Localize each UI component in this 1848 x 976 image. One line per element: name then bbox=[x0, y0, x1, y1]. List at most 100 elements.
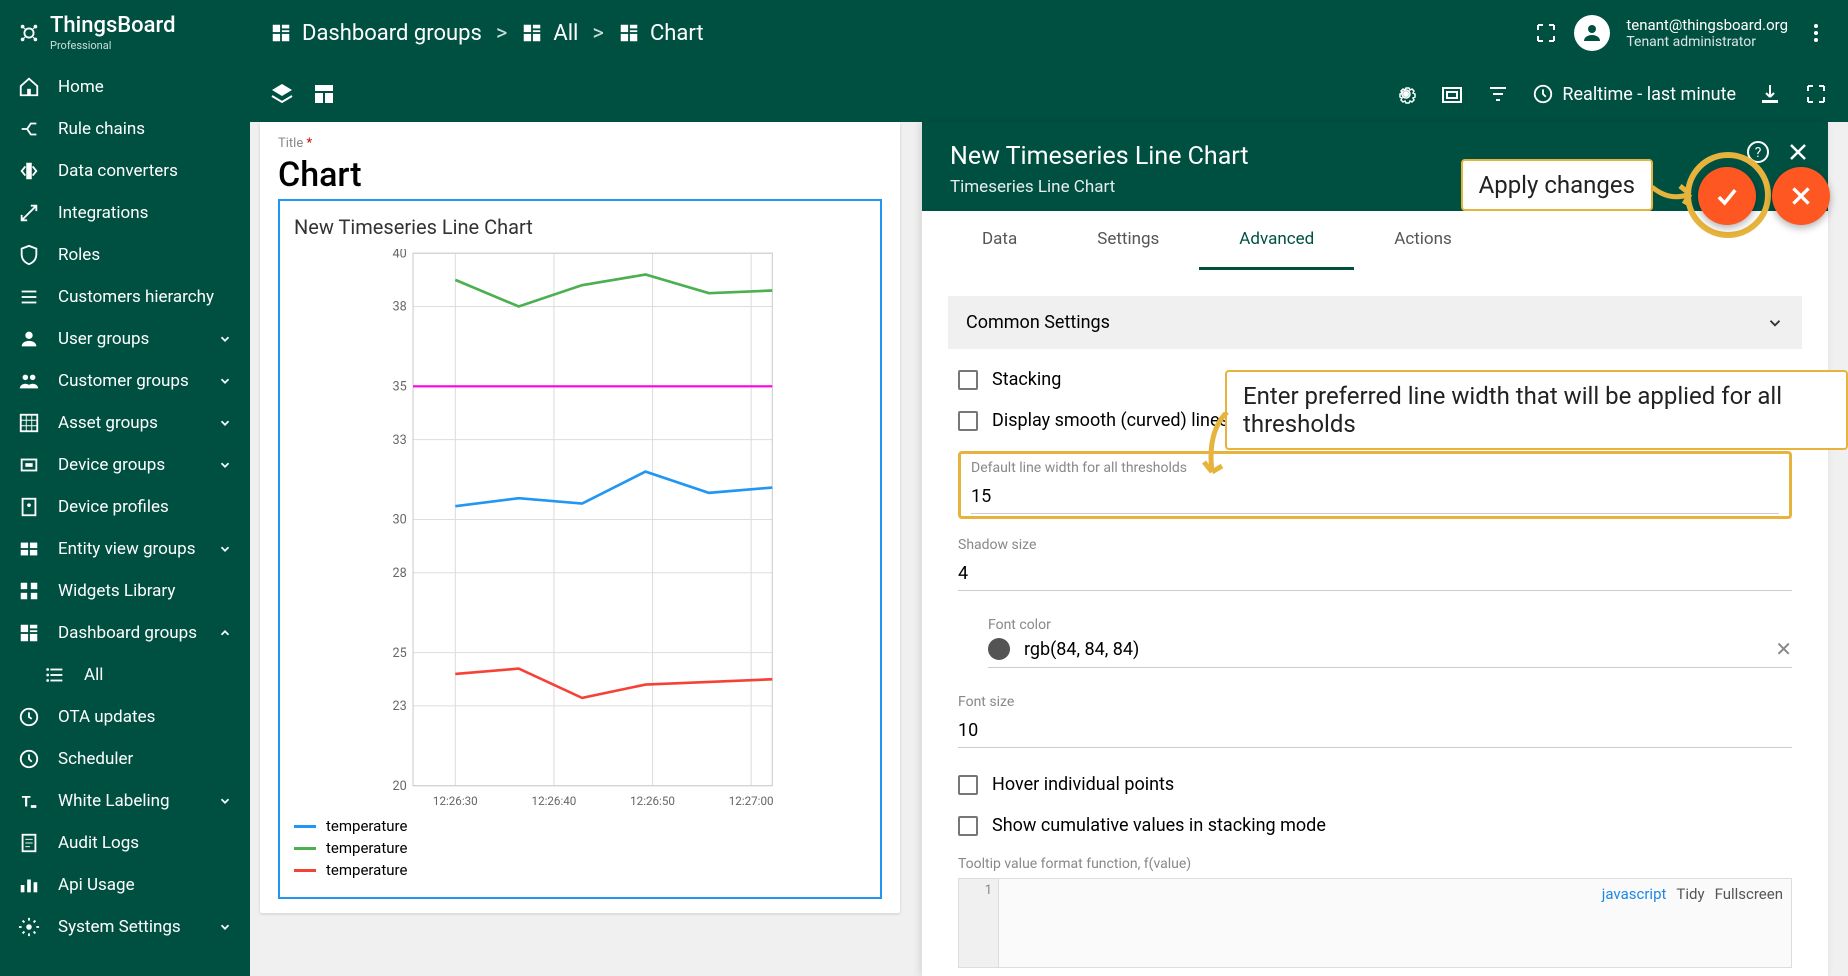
sidebar-item-device-profiles[interactable]: Device profiles bbox=[0, 486, 250, 528]
asset-icon bbox=[18, 412, 40, 434]
logo-icon bbox=[18, 22, 40, 44]
sidebar-item-integrations[interactable]: Integrations bbox=[0, 192, 250, 234]
cumulative-checkbox[interactable] bbox=[958, 816, 978, 836]
api-icon bbox=[18, 874, 40, 896]
smooth-checkbox[interactable] bbox=[958, 411, 978, 431]
logo[interactable]: ThingsBoard Professional bbox=[0, 0, 250, 66]
shadow-input[interactable] bbox=[958, 557, 1792, 591]
section-common-settings[interactable]: Common Settings bbox=[948, 296, 1802, 349]
svg-text:?: ? bbox=[1755, 145, 1762, 161]
tooltip-fn-editor[interactable]: 1 javascript Tidy Fullscreen bbox=[958, 878, 1792, 968]
chevron-down-icon bbox=[218, 332, 232, 346]
sidebar-item-user-groups[interactable]: User groups bbox=[0, 318, 250, 360]
fullscreen-toolbar-icon[interactable] bbox=[1804, 82, 1828, 106]
sidebar-item-customer-groups[interactable]: Customer groups bbox=[0, 360, 250, 402]
sidebar-item-customers-hierarchy[interactable]: Customers hierarchy bbox=[0, 276, 250, 318]
entity-alias-icon[interactable] bbox=[1440, 82, 1464, 106]
filter-icon[interactable] bbox=[1486, 82, 1510, 106]
logo-sub: Professional bbox=[50, 39, 175, 52]
sidebar-item-widgets-library[interactable]: Widgets Library bbox=[0, 570, 250, 612]
svg-text:T: T bbox=[22, 793, 31, 811]
breadcrumb-dashboard-groups[interactable]: Dashboard groups bbox=[270, 21, 482, 46]
editor-tidy[interactable]: Tidy bbox=[1676, 885, 1704, 903]
layout-icon[interactable] bbox=[312, 82, 336, 106]
breadcrumb-chart[interactable]: Chart bbox=[618, 21, 704, 46]
tab-settings[interactable]: Settings bbox=[1057, 211, 1199, 270]
home-icon bbox=[18, 76, 40, 98]
linewidth-input[interactable] bbox=[971, 480, 1779, 514]
gear-icon[interactable] bbox=[1394, 82, 1418, 106]
breadcrumb-all[interactable]: All bbox=[521, 21, 578, 46]
customers-icon bbox=[18, 370, 40, 392]
stacking-checkbox[interactable] bbox=[958, 370, 978, 390]
editor-lang[interactable]: javascript bbox=[1602, 885, 1667, 903]
color-swatch[interactable] bbox=[988, 638, 1010, 660]
svg-text:12:26:30: 12:26:30 bbox=[433, 794, 478, 808]
hover-row[interactable]: Hover individual points bbox=[958, 774, 1792, 795]
tab-data[interactable]: Data bbox=[942, 211, 1057, 270]
editor-fullscreen[interactable]: Fullscreen bbox=[1715, 885, 1783, 903]
sidebar-item-ota-updates[interactable]: OTA updates bbox=[0, 696, 250, 738]
title-label: Title bbox=[278, 136, 882, 151]
sidebar-item-api-usage[interactable]: Api Usage bbox=[0, 864, 250, 906]
callout-arrow-icon bbox=[1197, 412, 1237, 492]
fontcolor-value[interactable]: rgb(84, 84, 84) bbox=[1024, 639, 1139, 660]
callout-arrow-icon bbox=[1650, 182, 1700, 212]
sidebar-item-home[interactable]: Home bbox=[0, 66, 250, 108]
time-window[interactable]: Realtime - last minute bbox=[1532, 83, 1736, 105]
user-block[interactable]: tenant@thingsboard.org Tenant administra… bbox=[1626, 16, 1788, 51]
layers-icon[interactable] bbox=[270, 82, 294, 106]
sidebar-item-asset-groups[interactable]: Asset groups bbox=[0, 402, 250, 444]
cumulative-row[interactable]: Show cumulative values in stacking mode bbox=[958, 815, 1792, 836]
list-icon bbox=[44, 664, 66, 686]
card-title[interactable]: Chart bbox=[278, 155, 882, 195]
breadcrumb: Dashboard groups > All > Chart bbox=[270, 21, 704, 46]
dashboard-toolbar: Realtime - last minute bbox=[250, 66, 1848, 122]
clock-icon bbox=[1532, 83, 1554, 105]
legend-item[interactable]: temperature bbox=[294, 817, 866, 835]
chevron-down-icon bbox=[218, 542, 232, 556]
svg-text:30: 30 bbox=[392, 513, 406, 528]
sidebar-item-entity-view-groups[interactable]: Entity view groups bbox=[0, 528, 250, 570]
audit-icon bbox=[18, 832, 40, 854]
sidebar-item-device-groups[interactable]: Device groups bbox=[0, 444, 250, 486]
hover-checkbox[interactable] bbox=[958, 775, 978, 795]
sidebar-item-rule-chains[interactable]: Rule chains bbox=[0, 108, 250, 150]
sidebar-item-dashboard-groups[interactable]: Dashboard groups bbox=[0, 612, 250, 654]
widget-title: New Timeseries Line Chart bbox=[294, 215, 866, 239]
tab-advanced[interactable]: Advanced bbox=[1199, 211, 1354, 270]
clear-color-icon[interactable]: ✕ bbox=[1775, 637, 1792, 661]
sidebar-item-scheduler[interactable]: Scheduler bbox=[0, 738, 250, 780]
legend-item[interactable]: temperature bbox=[294, 861, 866, 879]
entity-icon bbox=[18, 538, 40, 560]
widget-preview[interactable]: New Timeseries Line Chart 20232528303335… bbox=[278, 199, 882, 899]
integration-icon bbox=[18, 202, 40, 224]
nav: HomeRule chainsData convertersIntegratio… bbox=[0, 66, 250, 976]
tab-actions[interactable]: Actions bbox=[1354, 211, 1492, 270]
svg-text:12:26:40: 12:26:40 bbox=[532, 794, 577, 808]
cancel-button[interactable] bbox=[1772, 167, 1830, 225]
avatar[interactable] bbox=[1574, 15, 1610, 51]
apply-button[interactable] bbox=[1698, 167, 1756, 225]
sidebar-item-white-labeling[interactable]: TWhite Labeling bbox=[0, 780, 250, 822]
fontsize-input[interactable] bbox=[958, 714, 1792, 748]
chevron-down-icon bbox=[218, 920, 232, 934]
sidebar-item-roles[interactable]: Roles bbox=[0, 234, 250, 276]
export-icon[interactable] bbox=[1758, 82, 1782, 106]
sidebar-item-system-settings[interactable]: System Settings bbox=[0, 906, 250, 948]
svg-text:33: 33 bbox=[392, 433, 406, 448]
close-icon[interactable] bbox=[1786, 140, 1810, 164]
fullscreen-icon[interactable] bbox=[1534, 21, 1558, 45]
more-vert-icon[interactable] bbox=[1804, 21, 1828, 45]
svg-text:20: 20 bbox=[392, 779, 406, 794]
sidebar-item-all[interactable]: All bbox=[0, 654, 250, 696]
user-email: tenant@thingsboard.org bbox=[1626, 16, 1788, 34]
sidebar-item-audit-logs[interactable]: Audit Logs bbox=[0, 822, 250, 864]
check-icon bbox=[1713, 182, 1741, 210]
svg-text:23: 23 bbox=[392, 699, 406, 714]
svg-text:25: 25 bbox=[392, 646, 406, 661]
tooltip-fn-label: Tooltip value format function, f(value) bbox=[958, 856, 1792, 872]
hierarchy-icon bbox=[18, 286, 40, 308]
sidebar-item-data-converters[interactable]: Data converters bbox=[0, 150, 250, 192]
legend-item[interactable]: temperature bbox=[294, 839, 866, 857]
